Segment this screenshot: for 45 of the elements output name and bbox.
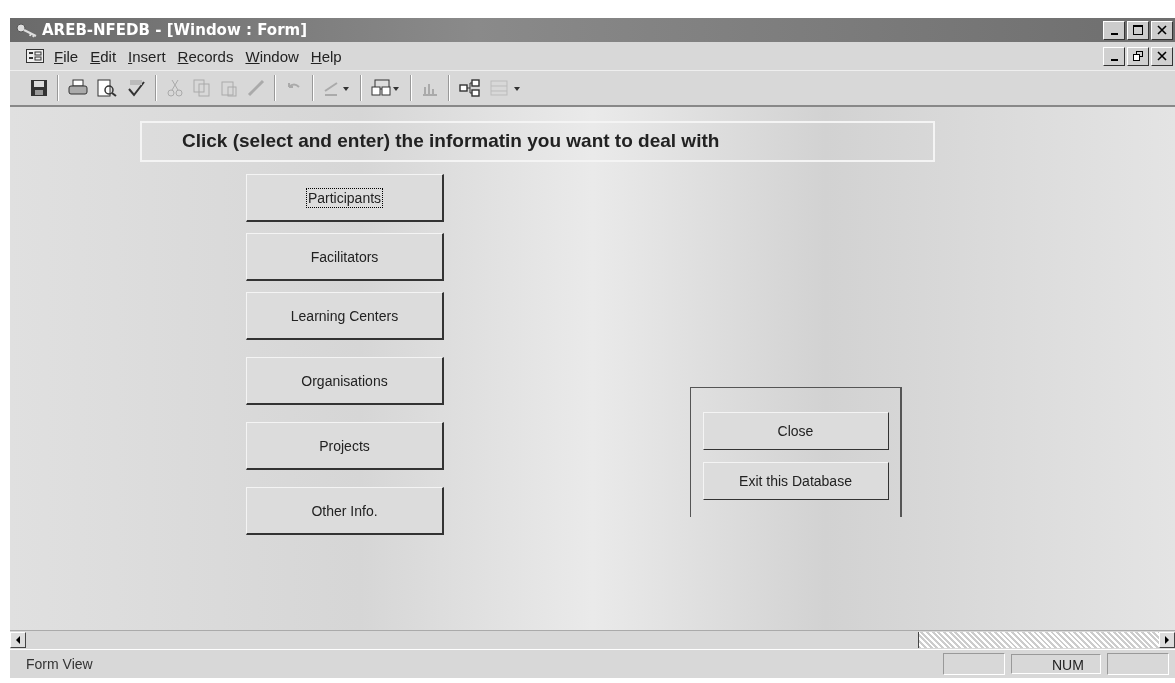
form-heading: Click (select and enter) the informatin you want to deal with (140, 121, 935, 162)
minimize-button[interactable] (1103, 20, 1125, 40)
close-button[interactable] (1151, 20, 1173, 40)
panel-button[interactable]: Close (702, 412, 889, 450)
nav-button[interactable]: Learning Centers (246, 292, 444, 340)
nav-button[interactable]: Facilitators (246, 233, 444, 281)
maximize-icon (1133, 25, 1143, 35)
dropdown-tool-icon[interactable] (323, 79, 351, 97)
restore-button[interactable] (1127, 46, 1149, 66)
menu-item[interactable]: Insert (128, 47, 166, 65)
close-button[interactable] (1151, 46, 1173, 66)
close-icon (1157, 51, 1167, 61)
menu-item[interactable]: Help (310, 47, 342, 65)
menu-item[interactable]: File (54, 47, 79, 65)
panel-button[interactable]: Exit this Database (702, 462, 889, 500)
right-arrow-icon (1164, 636, 1170, 644)
save-icon[interactable] (30, 79, 48, 97)
status-panel (1107, 653, 1169, 675)
scroll-left-button[interactable] (10, 632, 26, 648)
num-lock-indicator: NUM (1011, 654, 1101, 674)
relationships-icon[interactable] (459, 79, 481, 97)
new-object-icon[interactable] (371, 79, 401, 97)
left-arrow-icon (15, 636, 21, 644)
scroll-right-button[interactable] (1159, 632, 1175, 648)
form-icon[interactable] (26, 49, 44, 63)
printer-icon[interactable] (68, 79, 88, 97)
nav-button[interactable]: Participants (246, 174, 444, 222)
menu-item[interactable]: Window (245, 47, 299, 65)
minimize-icon (1110, 58, 1118, 61)
print-preview-icon[interactable] (97, 79, 117, 97)
window-title: AREB-NFEDB - [Window : Form] (42, 21, 308, 39)
key-icon (16, 22, 38, 38)
minimize-icon (1110, 32, 1118, 35)
close-icon (1157, 25, 1167, 35)
menu-item[interactable]: Records (177, 47, 234, 65)
minimize-button[interactable] (1103, 46, 1125, 66)
nav-button[interactable]: Organisations (246, 357, 444, 405)
maximize-button[interactable] (1127, 20, 1149, 40)
menu-item[interactable]: Edit (90, 47, 117, 65)
spelling-icon[interactable] (126, 79, 146, 97)
restore-icon (1133, 51, 1143, 61)
status-text: Form View (26, 656, 94, 672)
nav-button[interactable]: Projects (246, 422, 444, 470)
nav-button[interactable]: Other Info. (246, 487, 444, 535)
status-panel (943, 653, 1005, 675)
